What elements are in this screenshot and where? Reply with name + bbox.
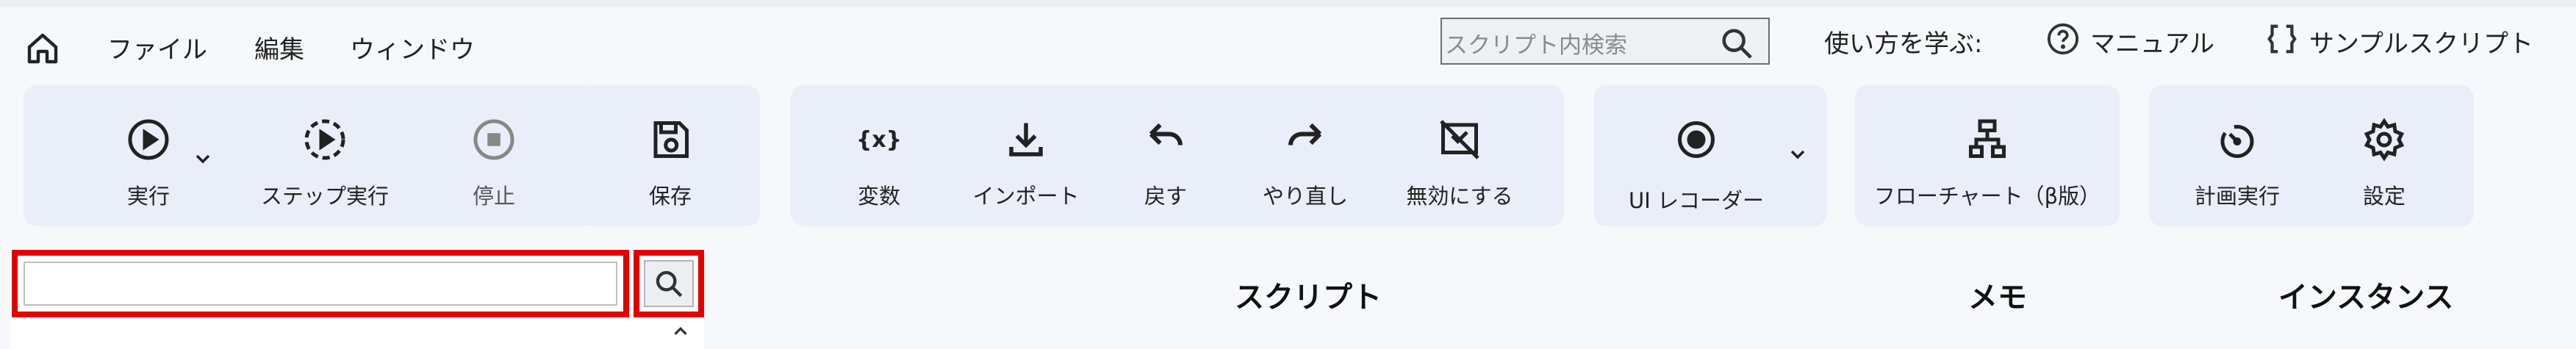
scheduled-run-label: 計画実行 bbox=[2194, 184, 2280, 209]
chevron-down-icon[interactable] bbox=[191, 147, 215, 170]
recorder-chevron-down-icon[interactable] bbox=[1786, 143, 1809, 166]
settings-label: 設定 bbox=[2362, 184, 2405, 209]
redo-icon bbox=[1288, 123, 1322, 145]
panel-search-button[interactable] bbox=[644, 260, 694, 307]
sample-scripts-link[interactable]: サンプルスクリプト bbox=[2309, 24, 2533, 60]
stop-icon bbox=[473, 119, 514, 160]
undo-icon bbox=[1149, 123, 1183, 145]
step-run-button[interactable]: ステップ実行 bbox=[229, 85, 420, 226]
column-script[interactable]: スクリプト bbox=[1235, 273, 1382, 316]
menu-edit[interactable]: 編集 bbox=[254, 29, 304, 65]
home-icon[interactable] bbox=[24, 31, 62, 66]
redo-label: やり直し bbox=[1262, 184, 1348, 209]
timer-icon bbox=[2220, 125, 2254, 158]
edit-group: {x} 変数 インポート 戻す やり直し 無効にする bbox=[791, 85, 1564, 226]
gear-icon bbox=[2364, 118, 2405, 162]
scheduled-run-button[interactable]: 計画実行 bbox=[2171, 85, 2303, 226]
variables-button[interactable]: {x} 変数 bbox=[820, 85, 938, 226]
recorder-group: UI レコーダー bbox=[1593, 85, 1827, 226]
redo-button[interactable]: やり直し bbox=[1232, 85, 1379, 226]
run-group: 実行 ステップ実行 停止 bbox=[24, 85, 597, 226]
menu-file[interactable]: ファイル bbox=[107, 29, 207, 65]
undo-label: 戻す bbox=[1144, 184, 1187, 209]
disable-button[interactable]: 無効にする bbox=[1386, 85, 1533, 226]
panel-search-button-frame bbox=[634, 250, 704, 317]
save-label: 保存 bbox=[648, 184, 692, 209]
chevron-up-icon[interactable] bbox=[667, 320, 694, 342]
schedule-group: 計画実行 設定 bbox=[2149, 85, 2474, 226]
flowchart-label: フローチャート（β版） bbox=[1873, 184, 2101, 209]
record-icon bbox=[1678, 121, 1715, 158]
flowchart-icon bbox=[1969, 119, 2006, 158]
ui-recorder-button[interactable]: UI レコーダー bbox=[1608, 85, 1784, 226]
save-group: 保存 bbox=[581, 85, 760, 226]
flowchart-button[interactable]: フローチャート（β版） bbox=[1855, 85, 2120, 226]
column-memo[interactable]: メモ bbox=[1968, 273, 2027, 316]
variables-label: 変数 bbox=[857, 184, 900, 209]
undo-button[interactable]: 戻す bbox=[1114, 85, 1217, 226]
import-button[interactable]: インポート bbox=[952, 85, 1099, 226]
panel-search-input[interactable] bbox=[24, 262, 617, 306]
search-icon[interactable] bbox=[1720, 26, 1754, 60]
stop-label: 停止 bbox=[472, 184, 515, 209]
disable-label: 無効にする bbox=[1406, 184, 1513, 209]
play-icon bbox=[128, 119, 169, 160]
column-instance[interactable]: インスタンス bbox=[2278, 273, 2453, 316]
top-strip bbox=[0, 0, 2576, 7]
script-search-placeholder: スクリプト内検索 bbox=[1445, 32, 1627, 59]
manual-link[interactable]: マニュアル bbox=[2090, 24, 2214, 60]
panel-search-box bbox=[12, 250, 629, 317]
top-bar: ファイル 編集 ウィンドウ スクリプト内検索 使い方を学ぶ: マニュアル サンプ… bbox=[0, 0, 2576, 81]
run-label: 実行 bbox=[126, 184, 170, 209]
learn-label: 使い方を学ぶ: bbox=[1824, 29, 1983, 59]
step-run-label: ステップ実行 bbox=[260, 184, 389, 209]
variable-icon: {x} bbox=[857, 127, 901, 153]
import-label: インポート bbox=[972, 184, 1080, 209]
download-icon bbox=[1009, 123, 1043, 156]
question-icon bbox=[2047, 23, 2079, 55]
settings-button[interactable]: 設定 bbox=[2318, 85, 2450, 226]
menu-window[interactable]: ウィンドウ bbox=[350, 29, 475, 65]
step-run-icon bbox=[304, 119, 345, 160]
ui-recorder-label: UI レコーダー bbox=[1629, 188, 1764, 213]
save-button[interactable]: 保存 bbox=[581, 85, 760, 226]
save-icon bbox=[653, 121, 689, 158]
svg-text:{x}: {x} bbox=[857, 127, 901, 153]
disable-icon bbox=[1440, 120, 1479, 159]
stop-button[interactable]: 停止 bbox=[420, 85, 567, 226]
panel-search-icon bbox=[656, 270, 683, 298]
flowchart-group: フローチャート（β版） bbox=[1855, 85, 2120, 226]
script-search[interactable]: スクリプト内検索 bbox=[1441, 18, 1770, 65]
sample-script-icon bbox=[2267, 24, 2297, 54]
